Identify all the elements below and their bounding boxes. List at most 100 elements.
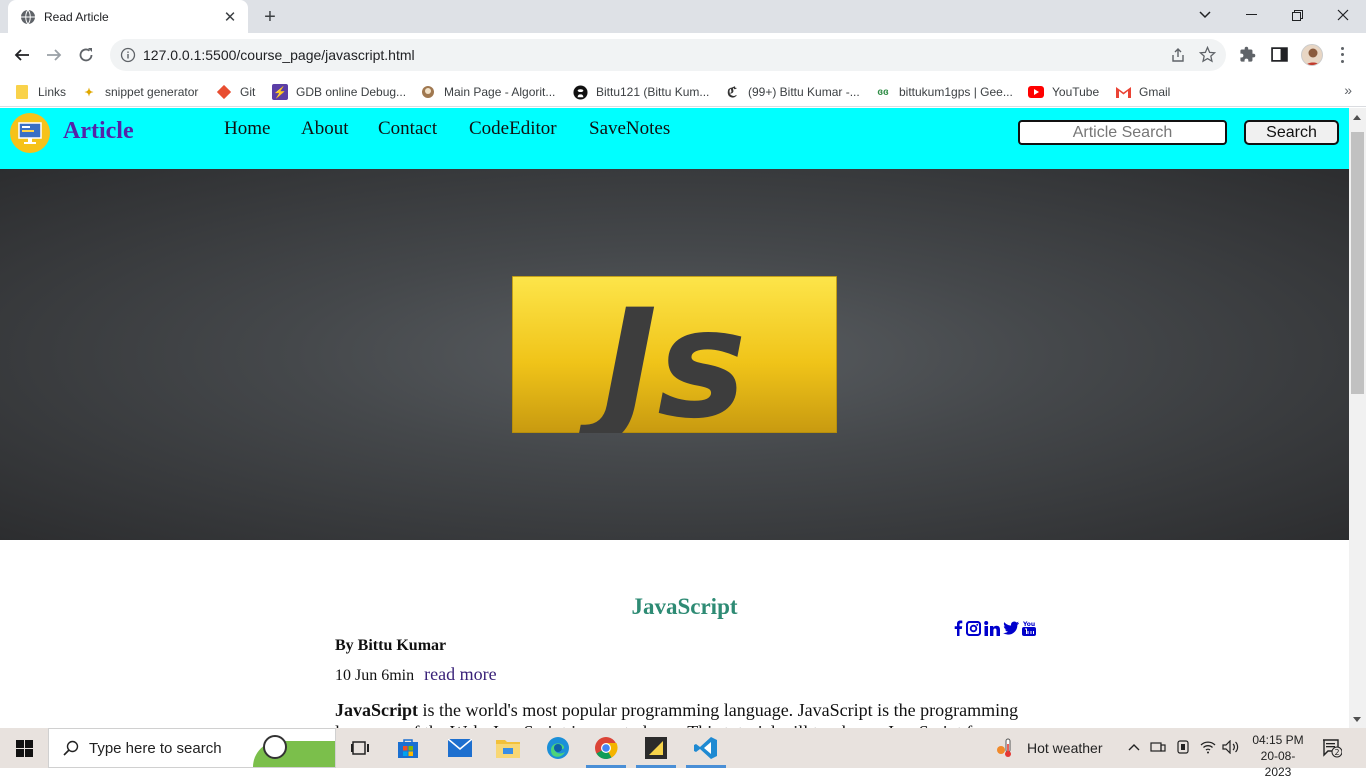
article-date-length: 10 Jun 6min: [335, 667, 415, 684]
taskbar-search-placeholder: Type here to search: [89, 739, 222, 757]
page-scrollbar[interactable]: [1349, 108, 1366, 728]
bookmarks-overflow-icon[interactable]: »: [1344, 82, 1352, 98]
article-body: JavaScript is the world's most popular p…: [335, 699, 1025, 728]
clock-date: 20-08-2023: [1260, 749, 1296, 779]
battery-icon[interactable]: [1176, 740, 1190, 754]
taskbar-search-box[interactable]: Type here to search: [48, 728, 336, 768]
show-hidden-icons-chevron-icon[interactable]: [1128, 742, 1140, 752]
weather-text[interactable]: Hot weather: [1027, 728, 1102, 768]
side-panel-icon[interactable]: [1271, 46, 1288, 63]
algorithmica-icon: [420, 84, 436, 100]
edge-browser-icon[interactable]: [534, 728, 582, 768]
linkedin-icon[interactable]: [984, 620, 1000, 636]
scroll-down-arrow-icon[interactable]: [1353, 717, 1361, 722]
network-device-icon[interactable]: [1150, 740, 1166, 754]
profile-avatar[interactable]: [1301, 44, 1323, 66]
new-tab-button[interactable]: +: [258, 5, 282, 29]
bookmark-label: GDB online Debug...: [296, 85, 407, 99]
tab-search-icon[interactable]: [1182, 0, 1228, 30]
article-search-input[interactable]: [1018, 120, 1227, 145]
close-window-button[interactable]: [1320, 0, 1366, 30]
github-icon: [572, 84, 588, 100]
bookmark-github[interactable]: Bittu121 (Bittu Kum...: [572, 82, 709, 102]
bookmark-label: Main Page - Algorit...: [444, 85, 556, 99]
volume-icon[interactable]: [1222, 740, 1240, 754]
bookmark-geeksforgeeks[interactable]: ɞɞ bittukum1gps | Gee...: [875, 82, 1013, 102]
youtube-social-icon[interactable]: You: [1022, 620, 1036, 636]
bookmark-algorithmica[interactable]: Main Page - Algorit...: [420, 82, 555, 102]
gdb-icon: ⚡: [272, 84, 288, 100]
nav-contact[interactable]: Contact: [378, 118, 437, 140]
leetcode-icon: ℭ: [727, 83, 737, 100]
sticky-notes-icon[interactable]: [632, 728, 680, 768]
notifications-icon[interactable]: 2: [1322, 738, 1343, 758]
reload-icon[interactable]: [72, 41, 100, 69]
share-icon[interactable]: [1170, 47, 1186, 63]
file-explorer-icon[interactable]: [484, 728, 532, 768]
article-title: JavaScript: [631, 594, 738, 619]
hero-banner: Js: [0, 169, 1349, 540]
wifi-icon[interactable]: [1200, 740, 1216, 754]
scrollbar-thumb[interactable]: [1351, 132, 1364, 394]
tab-title: Read Article: [44, 9, 109, 24]
bookmark-git[interactable]: Git: [216, 82, 255, 102]
task-view-icon[interactable]: [336, 728, 384, 768]
geeksforgeeks-icon: ɞɞ: [877, 86, 889, 98]
scroll-up-arrow-icon[interactable]: [1353, 115, 1361, 120]
nav-savenotes[interactable]: SaveNotes: [589, 118, 670, 140]
mail-icon[interactable]: [436, 728, 484, 768]
forward-arrow-icon[interactable]: [40, 41, 68, 69]
bookmark-gdb[interactable]: ⚡ GDB online Debug...: [272, 82, 406, 102]
bookmark-label: snippet generator: [105, 85, 199, 99]
weather-thermometer-icon[interactable]: [996, 738, 1014, 758]
nav-home[interactable]: Home: [224, 118, 270, 140]
article-author: By Bittu Kumar: [335, 637, 447, 654]
vscode-icon[interactable]: [682, 728, 730, 768]
restore-button[interactable]: [1274, 0, 1320, 30]
bookmark-links[interactable]: Links: [14, 82, 66, 102]
article-lead-bold: JavaScript: [335, 700, 418, 720]
browser-toolbar: 127.0.0.1:5500/course_page/javascript.ht…: [0, 33, 1366, 77]
bookmark-label: Links: [38, 85, 67, 99]
address-bar[interactable]: 127.0.0.1:5500/course_page/javascript.ht…: [110, 39, 1226, 71]
search-icon: [63, 740, 79, 756]
back-arrow-icon[interactable]: [8, 41, 36, 69]
notification-count: 2: [1334, 748, 1339, 757]
bookmark-youtube[interactable]: YouTube: [1028, 82, 1099, 102]
chrome-browser-icon[interactable]: [582, 728, 630, 768]
nav-codeeditor[interactable]: CodeEditor: [469, 118, 557, 140]
tab-strip: Read Article ✕ +: [0, 0, 1366, 33]
site-brand[interactable]: Article: [63, 118, 134, 145]
bookmark-label: YouTube: [1052, 85, 1100, 99]
extensions-puzzle-icon[interactable]: [1239, 46, 1256, 63]
folder-icon: [14, 84, 30, 100]
twitter-icon[interactable]: [1003, 621, 1019, 635]
bookmark-snippet-generator[interactable]: ✦ snippet generator: [81, 82, 198, 102]
bookmarks-bar: Links ✦ snippet generator Git ⚡ GDB onli…: [0, 77, 1366, 107]
close-tab-icon[interactable]: ✕: [222, 9, 238, 26]
facebook-icon[interactable]: [953, 620, 963, 636]
youtube-icon: [1028, 84, 1044, 100]
bookmark-label: (99+) Bittu Kumar -...: [748, 85, 860, 99]
url-text: 127.0.0.1:5500/course_page/javascript.ht…: [143, 47, 415, 63]
bookmark-gmail[interactable]: Gmail: [1115, 82, 1170, 102]
bookmark-star-icon[interactable]: [1199, 46, 1216, 63]
browser-tab[interactable]: Read Article ✕: [8, 0, 248, 33]
search-button[interactable]: Search: [1244, 120, 1339, 145]
windows-start-icon[interactable]: [0, 728, 48, 768]
javascript-logo-icon: Js: [512, 276, 837, 433]
bookmark-leetcode[interactable]: ℭ (99+) Bittu Kumar -...: [724, 82, 860, 102]
read-more-link[interactable]: read more: [424, 664, 496, 684]
instagram-icon[interactable]: [966, 620, 981, 636]
minimize-button[interactable]: [1228, 0, 1274, 30]
site-logo-icon[interactable]: [10, 113, 50, 153]
bookmark-label: Gmail: [1139, 85, 1171, 99]
nav-about[interactable]: About: [301, 118, 349, 140]
more-menu-icon[interactable]: [1336, 45, 1348, 65]
site-info-icon[interactable]: [120, 47, 136, 63]
svg-text:You: You: [1022, 621, 1035, 628]
globe-icon: [21, 9, 35, 24]
microsoft-store-icon[interactable]: [384, 728, 432, 768]
windows-taskbar: Type here to search Hot weather 04:15 PM…: [0, 728, 1366, 779]
taskbar-clock[interactable]: 04:15 PM 20-08-2023: [1248, 732, 1308, 780]
